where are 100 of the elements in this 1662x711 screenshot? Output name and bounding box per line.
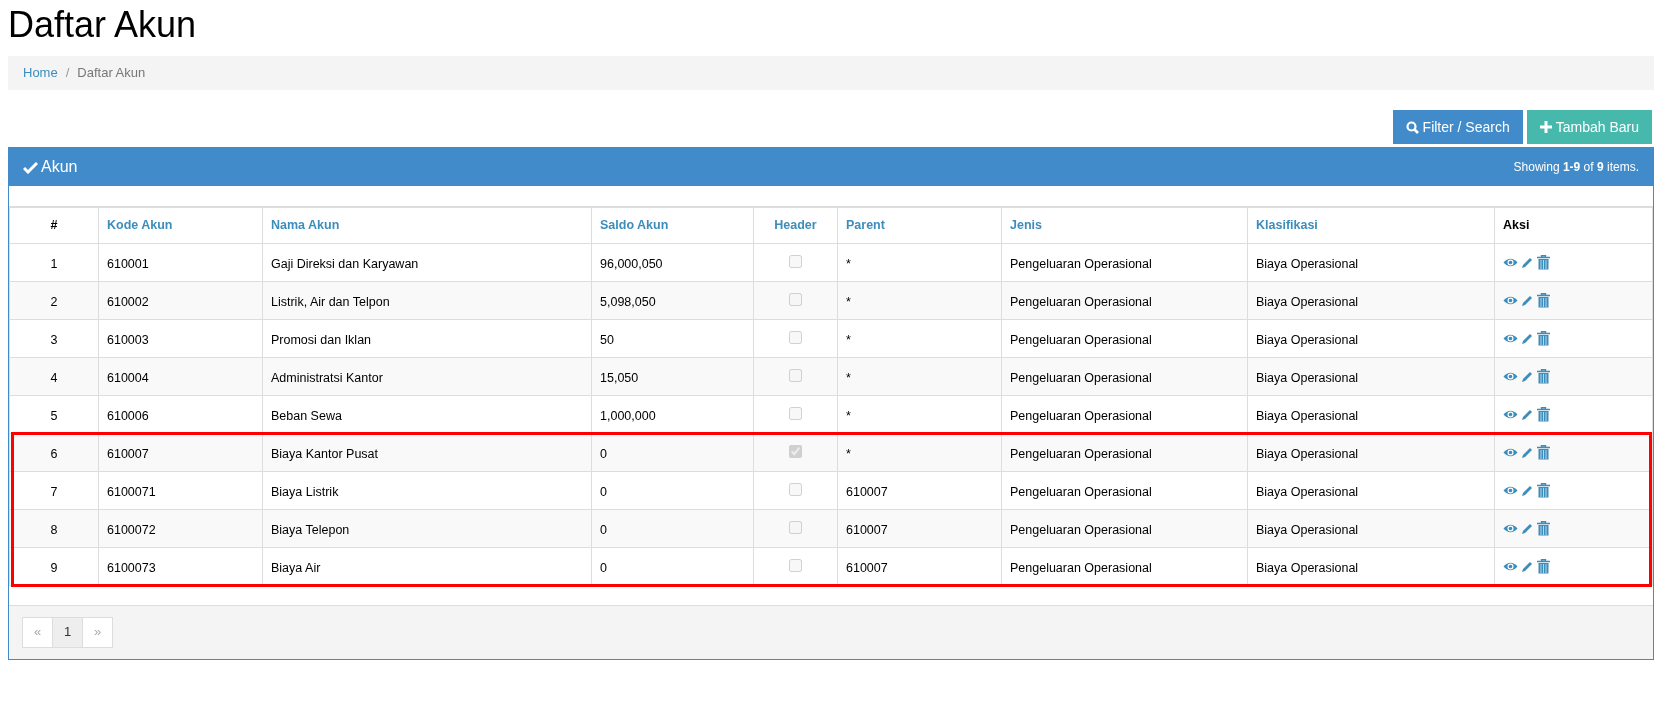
row-number: 3 [9,319,99,357]
table-cell: Biaya Operasional [1247,471,1495,509]
row-number: 2 [9,281,99,319]
view-eye-icon[interactable] [1503,408,1518,420]
page-link[interactable]: 1 [52,616,83,648]
delete-trash-icon[interactable] [1537,292,1550,308]
delete-trash-icon[interactable] [1537,330,1550,346]
view-eye-icon[interactable] [1503,446,1518,458]
table-cell: * [837,357,1002,395]
table-cell: Pengeluaran Operasional [1001,357,1248,395]
table-cell: Biaya Operasional [1247,243,1495,281]
page-title: Daftar Akun [8,3,198,47]
table-cell: Biaya Listrik [262,471,592,509]
page-link: » [82,616,113,648]
column-header[interactable]: Header [753,207,838,243]
table-cell: 96,000,050 [591,243,754,281]
column-header: Aksi [1494,207,1653,243]
table-cell: 0 [591,471,754,509]
table-cell: Biaya Operasional [1247,319,1495,357]
table-cell: Biaya Operasional [1247,281,1495,319]
table-cell: Promosi dan Iklan [262,319,592,357]
table-cell: Biaya Operasional [1247,357,1495,395]
edit-pencil-icon[interactable] [1521,369,1534,383]
table-cell: Pengeluaran Operasional [1001,471,1248,509]
table-cell: 6100071 [98,471,263,509]
table-cell: 15,050 [591,357,754,395]
table-cell: Biaya Operasional [1247,509,1495,547]
view-eye-icon[interactable] [1503,294,1518,306]
search-icon [1405,120,1419,134]
view-eye-icon[interactable] [1503,484,1518,496]
check-icon [23,160,38,174]
delete-trash-icon[interactable] [1537,444,1550,460]
edit-pencil-icon[interactable] [1521,521,1534,535]
table-cell: Pengeluaran Operasional [1001,509,1248,547]
column-header[interactable]: Saldo Akun [591,207,754,243]
breadcrumb-separator: / [64,64,71,83]
table-cell: Gaji Direksi dan Karyawan [262,243,592,281]
row-number: 1 [9,243,99,281]
view-eye-icon[interactable] [1503,370,1518,382]
table-cell: 5,098,050 [591,281,754,319]
delete-trash-icon[interactable] [1537,482,1550,498]
table-cell: Administratsi Kantor [262,357,592,395]
delete-trash-icon[interactable] [1537,254,1550,270]
add-button[interactable]: Tambah Baru [1526,110,1652,144]
table-cell: Pengeluaran Operasional [1001,281,1248,319]
delete-trash-icon[interactable] [1537,368,1550,384]
column-header: # [9,207,99,243]
filter-search-button[interactable]: Filter / Search [1392,110,1523,144]
table-cell: 610002 [98,281,263,319]
table-cell: 50 [591,319,754,357]
breadcrumb-link[interactable]: Home [23,63,58,83]
edit-pencil-icon[interactable] [1521,293,1534,307]
edit-pencil-icon[interactable] [1521,331,1534,345]
table-cell: Pengeluaran Operasional [1001,243,1248,281]
row-number: 9 [9,547,99,585]
table-cell: 0 [591,509,754,547]
table-cell: 610004 [98,357,263,395]
row-number: 4 [9,357,99,395]
table-cell: 610007 [98,433,263,471]
page-link: « [22,616,53,648]
delete-trash-icon[interactable] [1537,520,1550,536]
table-cell: Listrik, Air dan Telpon [262,281,592,319]
table-cell: * [837,281,1002,319]
table-cell: Biaya Telepon [262,509,592,547]
table-cell: 610007 [837,509,1002,547]
table-cell: Pengeluaran Operasional [1001,433,1248,471]
view-eye-icon[interactable] [1503,332,1518,344]
summary-text: Showing 1-9 of 9 items. [1513,159,1639,176]
column-header[interactable]: Parent [837,207,1002,243]
table-cell: * [837,319,1002,357]
table-cell: * [837,433,1002,471]
breadcrumb-current: Daftar Akun [77,64,146,83]
row-number: 8 [9,509,99,547]
table-cell: Biaya Operasional [1247,433,1495,471]
view-eye-icon[interactable] [1503,522,1518,534]
table-cell: 0 [591,433,754,471]
row-number: 7 [9,471,99,509]
plus-icon [1539,121,1552,133]
column-header[interactable]: Jenis [1001,207,1248,243]
table-cell: 610007 [837,471,1002,509]
delete-trash-icon[interactable] [1537,406,1550,422]
edit-pencil-icon[interactable] [1521,559,1534,573]
table-cell: 6100072 [98,509,263,547]
table-cell: * [837,243,1002,281]
edit-pencil-icon[interactable] [1521,445,1534,459]
delete-trash-icon[interactable] [1537,558,1550,574]
table-cell: Biaya Kantor Pusat [262,433,592,471]
table-cell: Pengeluaran Operasional [1001,319,1248,357]
column-header[interactable]: Klasifikasi [1247,207,1495,243]
row-number: 5 [9,395,99,433]
view-eye-icon[interactable] [1503,256,1518,268]
column-header[interactable]: Kode Akun [98,207,263,243]
edit-pencil-icon[interactable] [1521,483,1534,497]
table-cell: 610003 [98,319,263,357]
edit-pencil-icon[interactable] [1521,407,1534,421]
row-number: 6 [9,433,99,471]
edit-pencil-icon[interactable] [1521,255,1534,269]
view-eye-icon[interactable] [1503,560,1518,572]
table-cell: 610001 [98,243,263,281]
column-header[interactable]: Nama Akun [262,207,592,243]
